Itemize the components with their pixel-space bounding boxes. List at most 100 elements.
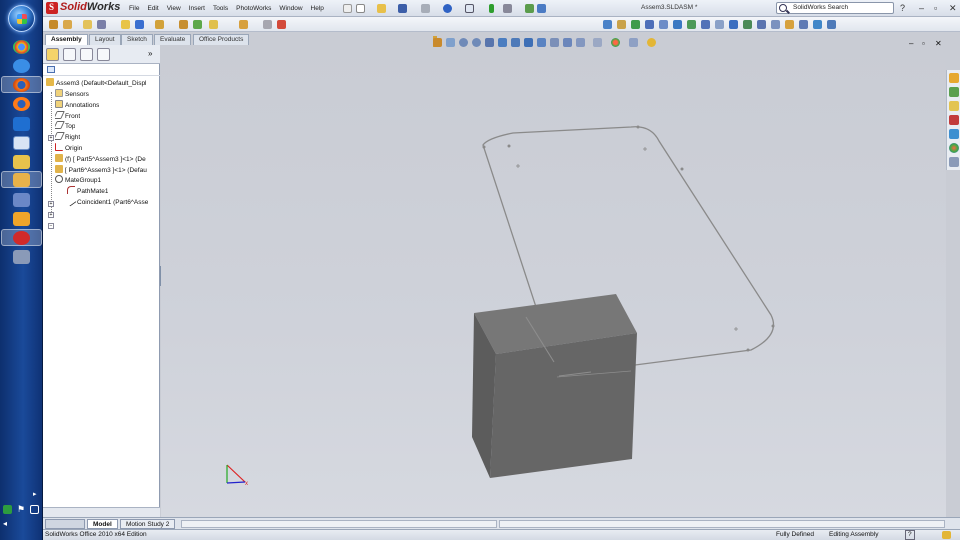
design-library-icon[interactable] — [949, 87, 959, 97]
tree-item-top-plane[interactable]: Top — [55, 121, 75, 131]
help-button[interactable]: ? — [900, 3, 905, 13]
word-icon[interactable] — [13, 136, 30, 150]
tab-sketch[interactable]: Sketch — [121, 34, 153, 45]
search-results-icon[interactable] — [949, 115, 959, 125]
solidworks-icon[interactable] — [13, 231, 30, 245]
toggle-icon-l[interactable] — [757, 20, 766, 29]
show-hidden-icon[interactable] — [135, 20, 144, 29]
media-icon[interactable] — [13, 212, 30, 226]
toggle-icon-n[interactable] — [785, 20, 794, 29]
tab-evaluate[interactable]: Evaluate — [154, 34, 192, 45]
volume-icon[interactable]: ◂ — [3, 519, 12, 528]
tree-item-front-plane[interactable]: Front — [55, 111, 80, 121]
view-orientation-icon[interactable] — [524, 38, 533, 47]
minimize-button[interactable]: – — [919, 3, 924, 13]
toggle-icon-p[interactable] — [813, 20, 822, 29]
configuration-manager-tab-icon[interactable] — [80, 48, 93, 61]
tab-model[interactable]: Model — [87, 519, 118, 529]
panel-horizontal-scrollbar[interactable] — [43, 507, 160, 517]
toggle-icon-c[interactable] — [631, 20, 640, 29]
file-explorer-icon[interactable] — [949, 101, 959, 111]
menu-photoworks[interactable]: PhotoWorks — [232, 4, 275, 13]
chrome-icon[interactable] — [13, 173, 30, 187]
insert-component-icon[interactable] — [49, 20, 58, 29]
tree-item-coincident[interactable]: Coincident1 (Part6^Asse — [67, 197, 148, 207]
tree-item-pathmate[interactable]: PathMate1 — [67, 186, 108, 196]
toggle-icon-e[interactable] — [659, 20, 668, 29]
rebuild-icon[interactable] — [489, 4, 494, 13]
open-icon[interactable] — [377, 4, 386, 13]
action-center-icon[interactable]: ⚑ — [17, 505, 26, 514]
toggle-icon-f[interactable] — [673, 20, 682, 29]
menu-help[interactable]: Help — [307, 4, 328, 13]
hide-show-items-icon[interactable] — [550, 38, 559, 47]
menu-file[interactable]: File — [125, 4, 143, 13]
view-settings-icon[interactable] — [593, 38, 602, 47]
filter-icon[interactable] — [47, 66, 55, 73]
pin-menu-icon[interactable] — [343, 4, 352, 13]
model-view[interactable]: x — [161, 45, 946, 517]
linear-pattern-icon[interactable] — [83, 20, 92, 29]
move-component-icon[interactable] — [121, 20, 130, 29]
zoom-to-area-icon[interactable] — [433, 38, 442, 47]
outlook-icon[interactable] — [13, 117, 30, 131]
toggle-icon-d[interactable] — [645, 20, 654, 29]
tree-item-sensors[interactable]: Sensors — [55, 89, 89, 99]
select-icon[interactable] — [465, 4, 474, 13]
firefox-icon[interactable] — [13, 78, 30, 92]
rotate-view-icon[interactable] — [485, 38, 494, 47]
toggle-icon-k[interactable] — [743, 20, 752, 29]
toggle-icon-g[interactable] — [687, 20, 696, 29]
feature-manager-tab-icon[interactable] — [46, 48, 59, 61]
menu-window[interactable]: Window — [275, 4, 306, 13]
assembly-features-icon[interactable] — [155, 20, 164, 29]
bill-of-materials-icon[interactable] — [209, 20, 218, 29]
tree-item-part6[interactable]: [ Part6^Assem3 ]<1> (Defau — [55, 165, 147, 175]
toggle-icon-i[interactable] — [715, 20, 724, 29]
explorer-icon[interactable] — [13, 155, 30, 169]
toggle-icon-a[interactable] — [603, 20, 612, 29]
realview-icon[interactable] — [647, 38, 656, 47]
print-icon[interactable] — [421, 4, 430, 13]
new-motion-study-icon[interactable] — [193, 20, 202, 29]
undo-icon[interactable] — [443, 4, 452, 13]
scene-icon[interactable] — [629, 38, 638, 47]
zoom-to-fit-icon[interactable] — [459, 38, 468, 47]
display-style-icon[interactable] — [537, 38, 546, 47]
exploded-view-icon[interactable] — [239, 20, 248, 29]
tab-layout[interactable]: Layout — [89, 34, 121, 45]
options-gear-icon[interactable] — [537, 4, 546, 13]
expand-annotations-icon[interactable]: + — [48, 135, 54, 141]
apply-scene-icon[interactable] — [576, 38, 585, 47]
toggle-icon-m[interactable] — [771, 20, 780, 29]
start-button[interactable] — [8, 5, 35, 32]
menu-view[interactable]: View — [163, 4, 185, 13]
zoom-in-out-icon[interactable] — [446, 38, 455, 47]
collapse-mategroup-icon[interactable]: − — [48, 223, 54, 229]
custom-properties-icon[interactable] — [949, 157, 959, 167]
tree-item-part5[interactable]: (f) [ Part5^Assem3 ]<1> (De — [55, 154, 146, 164]
search-input[interactable]: SolidWorks Search — [776, 2, 894, 14]
tree-item-right-plane[interactable]: Right — [55, 132, 80, 142]
zoom-icon[interactable] — [472, 38, 481, 47]
network-icon[interactable] — [13, 193, 30, 207]
chrome-icon[interactable] — [13, 40, 30, 54]
tray-app-icon[interactable] — [3, 505, 12, 514]
menu-insert[interactable]: Insert — [185, 4, 209, 13]
save-icon[interactable] — [398, 4, 407, 13]
toggle-icon-o[interactable] — [799, 20, 808, 29]
application-icon[interactable] — [13, 250, 30, 264]
previous-view-icon[interactable] — [498, 38, 507, 47]
filter-row[interactable] — [43, 64, 160, 76]
graphics-area[interactable]: x – ▫ ✕ — [161, 36, 946, 517]
expand-part6-icon[interactable]: + — [48, 212, 54, 218]
tab-motion-study[interactable]: Motion Study 2 — [120, 519, 176, 529]
tab-office-products[interactable]: Office Products — [193, 34, 250, 45]
viewport-restore-button[interactable]: ▫ — [922, 39, 925, 48]
section-view-icon[interactable] — [511, 38, 520, 47]
status-help[interactable]: ? — [905, 530, 915, 540]
viewport-minimize-button[interactable]: – — [909, 39, 913, 48]
horizontal-scrollbar-right[interactable] — [499, 520, 945, 528]
toggle-icon-h[interactable] — [701, 20, 710, 29]
appearance-globe-icon[interactable] — [611, 38, 620, 47]
